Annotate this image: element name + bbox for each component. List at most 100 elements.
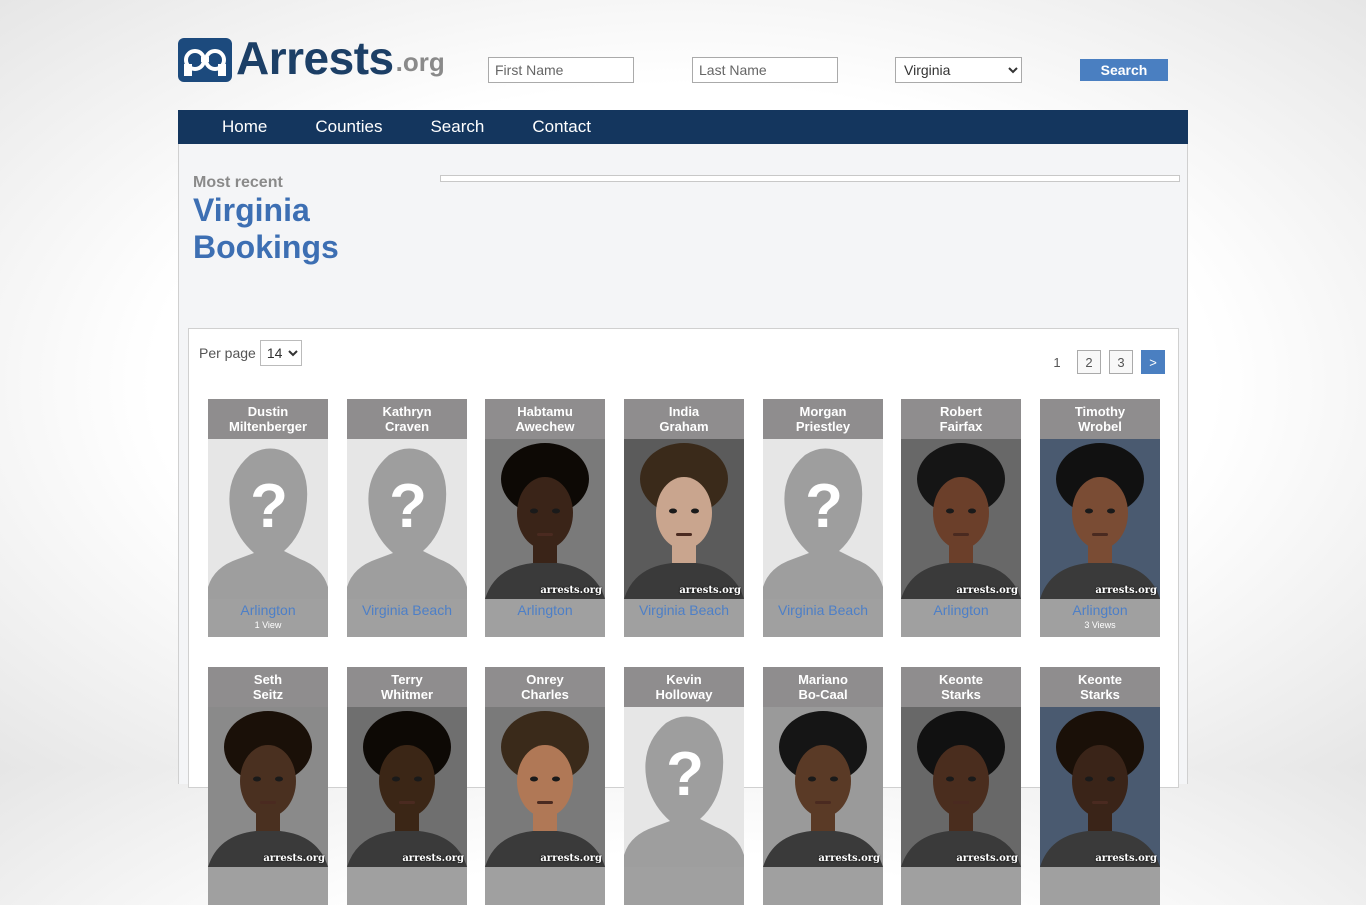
mugshot-photo[interactable]: arrests.org [901,439,1021,599]
booking-name[interactable]: Mariano Bo-Caal [763,667,883,707]
booking-county-link[interactable]: Arlington [1040,602,1160,618]
booking-card[interactable]: Kevin Holloway? [624,667,744,905]
booking-card[interactable]: Timothy Wrobel arrests.org Arlington 3 Views [1040,399,1160,637]
booking-first-name: Onrey [526,672,564,687]
booking-name[interactable]: Robert Fairfax [901,399,1021,439]
booking-card[interactable]: Robert Fairfax arrests.org Arlington [901,399,1021,637]
watermark: arrests.org [818,853,880,864]
booking-name[interactable]: Dustin Miltenberger [208,399,328,439]
booking-first-name: Habtamu [517,404,573,419]
handcuffs-icon [178,38,232,82]
booking-views: 3 Views [1084,620,1116,630]
booking-name[interactable]: Kevin Holloway [624,667,744,707]
logo-text: Arrests [236,32,394,84]
booking-name[interactable]: Morgan Priestley [763,399,883,439]
booking-last-name: Fairfax [939,419,983,434]
booking-county-link[interactable]: Virginia Beach [347,602,467,618]
main-nav: Home Counties Search Contact [178,110,1188,144]
booking-name[interactable]: Seth Seitz [208,667,328,707]
main-content: Most recent Virginia Bookings Per page 1… [178,144,1188,905]
booking-county-link[interactable]: Arlington [901,602,1021,618]
watermark: arrests.org [956,585,1018,596]
page-kicker: Most recent [193,174,283,191]
watermark: arrests.org [540,853,602,864]
booking-name[interactable]: Keonte Starks [901,667,1021,707]
booking-card[interactable]: Habtamu Awechew arrests.org Arlington [485,399,605,637]
booking-last-name: Craven [384,419,430,434]
per-page-label: Per page [199,345,256,361]
booking-views: 1 View [254,620,282,630]
mugshot-photo[interactable]: arrests.org [208,707,328,867]
first-name-input[interactable] [488,57,634,83]
no-photo-placeholder-icon[interactable]: ? [763,439,883,599]
booking-county-link[interactable]: Virginia Beach [763,602,883,618]
booking-last-name: Starks [1080,687,1120,702]
mugshot-photo[interactable]: arrests.org [1040,707,1160,867]
mugshot-photo[interactable]: arrests.org [347,707,467,867]
booking-name[interactable]: Keonte Starks [1040,667,1160,707]
booking-first-name: Timothy [1074,404,1126,419]
booking-first-name: Terry [391,672,423,687]
per-page-select[interactable]: 14 [259,340,302,366]
nav-counties[interactable]: Counties [315,117,382,137]
mugshot-photo[interactable]: arrests.org [763,707,883,867]
last-name-input[interactable] [692,57,838,83]
mugshot-photo[interactable]: arrests.org [624,439,744,599]
booking-card[interactable]: Keonte Starks arrests.org [1040,667,1160,905]
site-header: Arrests .org Virginia Search [178,34,1188,84]
booking-card[interactable]: Kathryn Craven? Virginia Beach [347,399,467,637]
booking-card[interactable]: Terry Whitmer arrests.org [347,667,467,905]
mugshot-photo[interactable]: arrests.org [485,707,605,867]
watermark: arrests.org [402,853,464,864]
svg-text:?: ? [805,472,843,541]
booking-first-name: Keonte [1077,672,1123,687]
watermark: arrests.org [1095,853,1157,864]
watermark: arrests.org [956,853,1018,864]
page-current: 1 [1053,354,1061,370]
no-photo-placeholder-icon[interactable]: ? [624,707,744,867]
booking-last-name: Charles [521,687,569,702]
booking-first-name: Mariano [798,672,848,687]
booking-name[interactable]: Kathryn Craven [347,399,467,439]
booking-first-name: Robert [940,404,982,419]
watermark: arrests.org [679,585,741,596]
booking-first-name: Kathryn [382,404,432,419]
state-select[interactable]: Virginia [895,57,1022,83]
mugshot-photo[interactable]: arrests.org [485,439,605,599]
booking-last-name: Whitmer [381,687,433,702]
booking-last-name: Seitz [252,687,284,702]
next-page-button[interactable]: > [1141,350,1165,374]
booking-name[interactable]: India Graham [624,399,744,439]
nav-contact[interactable]: Contact [532,117,591,137]
booking-card[interactable]: India Graham arrests.org Virginia Beach [624,399,744,637]
search-button[interactable]: Search [1080,59,1168,81]
booking-name[interactable]: Onrey Charles [485,667,605,707]
booking-card[interactable]: Dustin Miltenberger? Arlington 1 View [208,399,328,637]
booking-card[interactable]: Seth Seitz arrests.org [208,667,328,905]
booking-name[interactable]: Timothy Wrobel [1040,399,1160,439]
svg-text:?: ? [389,472,427,541]
booking-card[interactable]: Morgan Priestley? Virginia Beach [763,399,883,637]
booking-county-link[interactable]: Arlington [485,602,605,618]
booking-last-name: Holloway [655,687,713,702]
no-photo-placeholder-icon[interactable]: ? [347,439,467,599]
nav-search[interactable]: Search [430,117,484,137]
no-photo-placeholder-icon[interactable]: ? [208,439,328,599]
booking-county-link[interactable]: Arlington [208,602,328,618]
nav-home[interactable]: Home [222,117,267,137]
booking-card[interactable]: Onrey Charles arrests.org [485,667,605,905]
booking-name[interactable]: Terry Whitmer [347,667,467,707]
booking-last-name: Graham [659,419,709,434]
booking-card[interactable]: Keonte Starks arrests.org [901,667,1021,905]
page-link-3[interactable]: 3 [1109,350,1133,374]
booking-last-name: Bo-Caal [798,687,848,702]
ad-banner [440,175,1180,182]
page-link-2[interactable]: 2 [1077,350,1101,374]
booking-card[interactable]: Mariano Bo-Caal arrests.org [763,667,883,905]
mugshot-photo[interactable]: arrests.org [1040,439,1160,599]
booking-county-link[interactable]: Virginia Beach [624,602,744,618]
booking-name[interactable]: Habtamu Awechew [485,399,605,439]
booking-last-name: Wrobel [1078,419,1122,434]
mugshot-photo[interactable]: arrests.org [901,707,1021,867]
site-logo[interactable]: Arrests .org [178,34,445,82]
